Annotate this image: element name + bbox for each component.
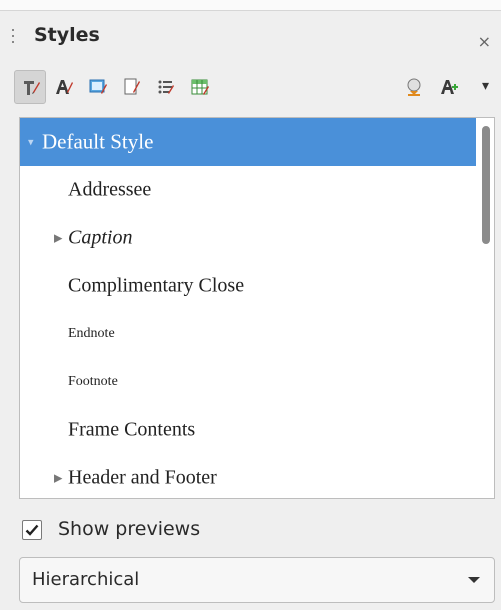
panel-title: Styles [34,24,100,46]
frame-styles-icon [89,79,107,94]
table-styles-icon [191,79,209,95]
style-name: Endnote [68,326,115,341]
style-filter-select[interactable]: Hierarchical [19,557,495,603]
new-style-from-selection-button[interactable] [434,70,466,104]
style-name: Default Style [42,129,154,154]
style-category-toolbar: ▾ [14,70,494,106]
styles-tree-list[interactable]: ▾ Default Style Addressee ▶ Caption Comp… [19,117,495,499]
list-item[interactable]: ▶ Caption [20,214,476,262]
list-item[interactable]: ▾ Default Style [20,118,476,166]
paragraph-styles-button[interactable] [14,70,46,104]
table-styles-button[interactable] [184,70,216,104]
drag-grip-icon[interactable] [12,29,15,49]
character-styles-button[interactable] [48,70,80,104]
character-styles-icon [56,80,73,94]
close-icon[interactable]: × [478,32,491,51]
new-style-from-selection-icon [441,80,458,94]
style-name: Frame Contents [68,418,196,441]
list-item[interactable]: Complimentary Close [20,262,476,310]
style-filter-value: Hierarchical [32,569,140,590]
show-previews-label: Show previews [58,518,201,540]
list-item[interactable]: Endnote [20,310,476,358]
list-item[interactable]: ▶ Header and Footer [20,454,476,498]
page-styles-icon [124,78,140,95]
frame-styles-button[interactable] [82,70,114,104]
show-previews-checkbox[interactable] [22,520,42,540]
style-name: Caption [68,226,133,249]
expander-closed-icon[interactable]: ▶ [54,472,62,485]
page-styles-button[interactable] [116,70,148,104]
expander-closed-icon[interactable]: ▶ [54,232,62,245]
fill-format-mode-icon [407,78,421,96]
fill-format-mode-button[interactable] [398,70,430,104]
list-item[interactable]: Addressee [20,166,476,214]
paragraph-styles-icon [24,81,40,95]
expander-open-icon[interactable]: ▾ [28,136,34,149]
style-actions-dropdown-icon[interactable]: ▾ [482,78,489,94]
window-top-edge [0,0,501,11]
style-name: Header and Footer [68,466,217,489]
style-name: Addressee [68,178,152,201]
list-item[interactable]: Frame Contents [20,406,476,454]
style-name: Footnote [68,374,118,389]
chevron-down-icon [468,577,480,583]
list-styles-icon [158,80,174,94]
list-styles-button[interactable] [150,70,182,104]
list-item[interactable]: Footnote [20,358,476,406]
style-name: Complimentary Close [68,274,245,297]
vertical-scrollbar[interactable] [482,126,490,244]
checkmark-icon [25,524,39,536]
